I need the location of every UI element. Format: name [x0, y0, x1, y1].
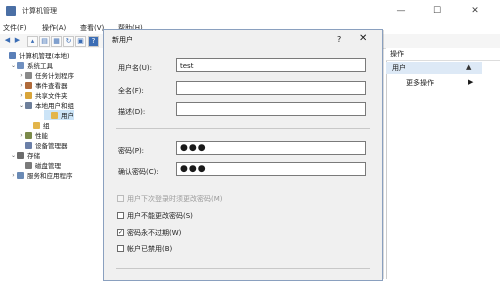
- expand-toggle-icon[interactable]: ›: [10, 172, 17, 179]
- tree-item-label: 系统工具: [27, 62, 53, 70]
- navigation-tree: 计算机管理(本地) ⌄ 系统工具 › 任务计划程序 › 事件查看器 › 共享文件夹 ⌄ 本地用户和组…: [0, 48, 105, 279]
- menu-action[interactable]: 操作(A): [42, 23, 66, 33]
- checkbox[interactable]: ✓: [117, 229, 124, 236]
- window-close-button[interactable]: ✕: [466, 4, 484, 18]
- collapse-arrow-icon[interactable]: ▲: [466, 63, 471, 71]
- menu-view[interactable]: 查看(V): [80, 23, 104, 33]
- tree-item-label: 用户: [61, 112, 74, 120]
- username-field[interactable]: test: [176, 58, 366, 72]
- more-actions-link[interactable]: 更多操作: [406, 78, 434, 88]
- expand-toggle-icon[interactable]: ⌄: [10, 152, 17, 159]
- expand-toggle-icon[interactable]: ⌄: [18, 102, 25, 109]
- tree-item-label: 任务计划程序: [35, 72, 74, 80]
- tree-item-label: 服务和应用程序: [27, 172, 73, 180]
- performance-icon: [25, 131, 32, 139]
- dialog-close-button[interactable]: ✕: [359, 33, 367, 44]
- password-field[interactable]: ●●●: [176, 141, 366, 155]
- actions-header: 操作: [386, 48, 500, 61]
- tree-item[interactable]: 设备管理器: [0, 140, 104, 150]
- forward-icon[interactable]: ▶: [13, 36, 22, 45]
- dialog-help-button[interactable]: ?: [337, 35, 341, 44]
- tree-item[interactable]: › 事件查看器: [0, 80, 104, 90]
- export-icon[interactable]: ▣: [75, 36, 86, 47]
- separator: [116, 128, 370, 129]
- menu-file[interactable]: 文件(F): [3, 23, 27, 33]
- expand-toggle-icon[interactable]: ›: [18, 82, 25, 89]
- computer-management-icon: [6, 6, 16, 16]
- checkbox[interactable]: [117, 245, 124, 252]
- tree-item-label: 本地用户和组: [35, 102, 74, 110]
- password-label: 密码(P):: [118, 147, 145, 155]
- tree-item-label: 计算机管理(本地): [19, 52, 70, 60]
- checkbox-label[interactable]: 用户不能更改密码(S): [127, 211, 193, 221]
- confirm-password-field[interactable]: ●●●: [176, 162, 366, 176]
- submenu-arrow-icon: ▶: [468, 78, 474, 86]
- tree-item-label: 组: [43, 122, 50, 130]
- tree-item-label: 共享文件夹: [35, 92, 68, 100]
- services-icon: [17, 171, 24, 179]
- help-icon[interactable]: ?: [88, 36, 99, 47]
- checkbox-label: 用户下次登录时须更改密码(M): [127, 195, 223, 203]
- expand-toggle-icon[interactable]: ›: [18, 92, 25, 99]
- expand-toggle-icon[interactable]: ⌄: [10, 62, 17, 69]
- folder-icon: [33, 121, 40, 129]
- fullname-field[interactable]: [176, 81, 366, 95]
- show-tree-icon[interactable]: ▤: [39, 36, 50, 47]
- up-folder-icon[interactable]: ▴: [27, 36, 38, 47]
- fullname-label: 全名(F):: [118, 87, 144, 95]
- tree-item[interactable]: ⌄ 存储: [0, 150, 104, 160]
- clock-icon: [25, 71, 32, 79]
- confirm-password-label: 确认密码(C):: [118, 168, 159, 176]
- minimize-button[interactable]: —: [392, 4, 410, 18]
- username-label: 用户名(U):: [118, 64, 152, 72]
- title-bar: [0, 0, 500, 23]
- disk-icon: [25, 161, 32, 169]
- folder-icon: [25, 91, 32, 99]
- description-label: 描述(D):: [118, 108, 146, 116]
- tree-item[interactable]: › 性能: [0, 130, 104, 140]
- separator-bottom: [116, 268, 370, 269]
- tree-item[interactable]: 用户: [44, 110, 74, 120]
- refresh-icon[interactable]: ↻: [63, 36, 74, 47]
- properties-icon[interactable]: ▦: [51, 36, 62, 47]
- tree-item[interactable]: › 共享文件夹: [0, 90, 104, 100]
- tree-item[interactable]: ⌄ 本地用户和组: [0, 100, 104, 110]
- checkbox: [117, 195, 124, 202]
- tree-item[interactable]: ⌄ 系统工具: [0, 60, 104, 70]
- checkbox[interactable]: [117, 212, 124, 219]
- checkbox-label[interactable]: 密码永不过期(W): [127, 228, 181, 238]
- tree-item-label: 磁盘管理: [35, 162, 61, 170]
- tree-item[interactable]: › 任务计划程序: [0, 70, 104, 80]
- tree-item[interactable]: 磁盘管理: [0, 160, 104, 170]
- dialog-title: 新用户: [112, 36, 133, 44]
- folder-icon: [51, 111, 58, 119]
- tree-item-label: 设备管理器: [35, 142, 68, 150]
- tools-icon: [17, 61, 24, 69]
- maximize-button[interactable]: ☐: [428, 4, 446, 18]
- tree-item[interactable]: 组: [0, 120, 104, 130]
- tree-item-label: 事件查看器: [35, 82, 68, 90]
- checkbox-label[interactable]: 帐户已禁用(B): [127, 244, 172, 254]
- tree-item-label: 存储: [27, 152, 40, 160]
- device-icon: [25, 141, 32, 149]
- description-field[interactable]: [176, 102, 366, 116]
- window-title: 计算机管理: [22, 7, 57, 15]
- tree-item[interactable]: 计算机管理(本地): [0, 50, 104, 60]
- tree-item-label: 性能: [35, 132, 48, 140]
- users-icon: [25, 101, 32, 109]
- actions-pane: [386, 48, 500, 279]
- event-icon: [25, 81, 32, 89]
- storage-icon: [17, 151, 24, 159]
- back-icon[interactable]: ◀: [3, 36, 12, 45]
- expand-toggle-icon[interactable]: ›: [18, 72, 25, 79]
- tree-item[interactable]: › 服务和应用程序: [0, 170, 104, 180]
- computer-icon: [9, 51, 16, 59]
- expand-toggle-icon[interactable]: ›: [18, 132, 25, 139]
